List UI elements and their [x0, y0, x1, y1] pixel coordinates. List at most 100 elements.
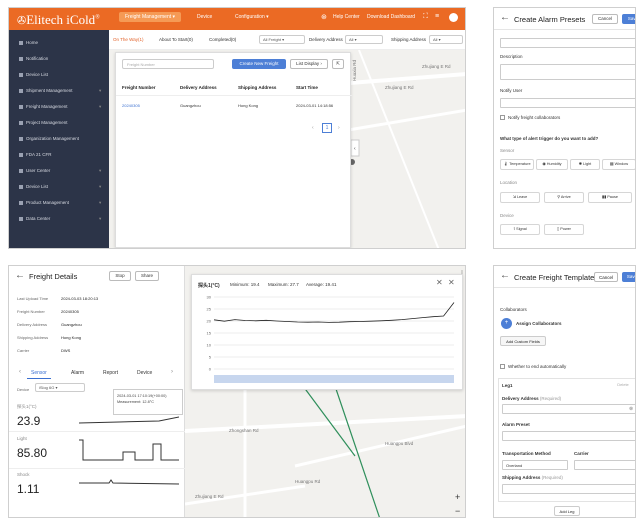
divider	[9, 431, 185, 432]
shipping-address-field[interactable]	[502, 484, 635, 494]
nav-device[interactable]: Device	[197, 14, 212, 20]
user-add-icon[interactable]: +	[501, 318, 512, 329]
create-freight-button[interactable]: Create New Freight	[232, 59, 286, 69]
metric-temp-label: 探头1(°C)	[17, 404, 37, 409]
carrier-field[interactable]	[574, 460, 635, 470]
header: ← Create Alarm Presets Cancel Save	[494, 8, 635, 30]
notify-user-select[interactable]	[500, 98, 635, 108]
avatar[interactable]	[449, 13, 458, 22]
sidebar-item-product[interactable]: Product Management ▾	[19, 200, 101, 205]
page-title: Create Freight Template	[514, 273, 595, 282]
assign-collaborators[interactable]: Assign Collaborators	[516, 321, 562, 326]
location-option-arrive[interactable]: ⚲ Arrive	[544, 192, 584, 203]
freight-filter-select[interactable]: All Freight ▾	[259, 35, 305, 44]
cancel-button[interactable]: Cancel	[594, 272, 618, 282]
device-select[interactable]: iSlog 6G ▾	[35, 383, 85, 392]
nav-help-center[interactable]: Help Center	[333, 14, 360, 20]
sidebar-item-project[interactable]: Project Management	[19, 120, 68, 125]
save-button[interactable]: Save	[622, 272, 635, 282]
prev-tab-icon[interactable]: ‹	[19, 369, 21, 375]
next-page-icon[interactable]: ›	[338, 125, 340, 131]
back-arrow-icon[interactable]: ←	[500, 12, 510, 23]
zoom-out-icon[interactable]: −	[455, 506, 460, 516]
freight-search-input[interactable]: Freight Number	[122, 59, 214, 69]
back-arrow-icon[interactable]: ←	[15, 270, 25, 281]
fullscreen-icon[interactable]: ⛶	[423, 13, 428, 21]
location-option-leave[interactable]: ⇲ Leave	[500, 192, 540, 203]
sidebar-item-data-center[interactable]: Data Center ▾	[19, 216, 101, 221]
tab-sensor[interactable]: Sensor	[31, 370, 47, 376]
save-button[interactable]: Save	[622, 14, 635, 24]
sidebar-item-home[interactable]: Home	[19, 40, 38, 45]
sidebar-item-notification[interactable]: Notification	[19, 56, 48, 61]
window-icon: ▦	[609, 162, 614, 166]
add-leg-button[interactable]: Add Leg	[554, 506, 580, 516]
prev-page-icon[interactable]: ‹	[312, 125, 314, 131]
stop-button[interactable]: Stop	[109, 271, 131, 281]
sensor-option-humidity[interactable]: ◉ Humidity	[536, 159, 568, 170]
signal-icon: ⌇	[513, 227, 516, 231]
delete-leg-button[interactable]: Delete	[612, 380, 634, 390]
transport-method-select[interactable]: Overland	[502, 460, 568, 470]
notify-collaborators-checkbox[interactable]: Notify freight collaborators	[500, 115, 560, 121]
carrier-label: Carrier	[574, 451, 589, 456]
delivery-cell: Guangzhou	[180, 103, 201, 108]
name-field[interactable]	[500, 38, 635, 48]
next-tab-icon[interactable]: ›	[171, 369, 173, 375]
back-arrow-icon[interactable]: ←	[500, 270, 510, 281]
nav-download-dashboard[interactable]: Download Dashboard	[367, 14, 415, 20]
page-number[interactable]: 1	[322, 123, 332, 133]
device-option-power[interactable]: ▯ Power	[544, 224, 584, 235]
description-field[interactable]	[500, 64, 635, 80]
sidebar-item-shipment[interactable]: Shipment Management ▾	[19, 88, 101, 93]
detail-delivery: Delivery Address Guangzhou	[17, 322, 82, 327]
shipping-filter-label: Shipping Address	[391, 37, 427, 42]
help-icon[interactable]: ⊛	[321, 13, 327, 21]
shipping-filter-select[interactable]: All ▾	[429, 35, 463, 44]
tab-about-to-start[interactable]: About To Start(0)	[159, 37, 193, 42]
sidebar-item-device-list[interactable]: Device List	[19, 72, 48, 77]
sidebar-item-device-list-2[interactable]: Device List ▾	[19, 184, 101, 189]
col-freight-number: Freight Number	[122, 85, 156, 90]
sensor-option-light[interactable]: ✺ Light	[570, 159, 600, 170]
expand-icon[interactable]: ⇱	[332, 59, 344, 69]
alarm-preset-select[interactable]	[502, 431, 635, 441]
share-button[interactable]: Share	[135, 271, 159, 281]
cancel-button[interactable]: Cancel	[592, 14, 618, 24]
location-option-pause[interactable]: ▮▮ Pause	[588, 192, 632, 203]
tab-alarm[interactable]: Alarm	[71, 370, 84, 376]
list-display-button[interactable]: List Display ›	[290, 59, 328, 69]
sidebar-item-freight[interactable]: Freight Management ▾	[19, 104, 101, 109]
alarm-preset-label: Alarm Preset	[502, 422, 530, 427]
leg-title: Leg1	[502, 383, 513, 388]
freight-management-panel: ✇Elitech iCold® Freight Management ▾ Dev…	[8, 7, 466, 249]
sensor-option-temperature[interactable]: 🌡 Temperature	[500, 159, 534, 170]
sidebar-item-user-center[interactable]: User Center ▾	[19, 168, 101, 173]
sensor-option-window[interactable]: ▦ Window	[602, 159, 635, 170]
tab-completed[interactable]: Completed(0)	[209, 37, 236, 42]
freight-number-link[interactable]: 20240305	[122, 103, 140, 108]
device-option-signal[interactable]: ⌇ Signal	[500, 224, 540, 235]
nav-freight-management[interactable]: Freight Management ▾	[119, 12, 182, 22]
col-delivery-address: Delivery Address	[180, 85, 217, 90]
org-icon	[19, 136, 23, 141]
tab-device[interactable]: Device	[137, 370, 152, 376]
zoom-in-icon[interactable]: +	[455, 492, 460, 502]
tab-on-the-way[interactable]: On The Way(1)	[113, 37, 144, 42]
y-tick-label: 5	[209, 355, 212, 360]
add-custom-fields-button[interactable]: Add Custom Fields	[500, 336, 546, 346]
sidebar-item-fda[interactable]: FDA 21 CFR	[19, 152, 52, 157]
trigger-question: What type of alert trigger do you want t…	[500, 136, 599, 141]
auto-end-checkbox[interactable]: Whether to end automatically	[500, 364, 566, 370]
tab-report[interactable]: Report	[103, 370, 118, 376]
menu-icon[interactable]: ≡	[435, 13, 439, 20]
folder-icon	[19, 120, 23, 125]
sidebar: Home Notification Device List Shipment M…	[9, 30, 109, 248]
nav-configuration[interactable]: Configuration ▾	[235, 14, 269, 20]
series-line	[213, 302, 455, 323]
delivery-filter-select[interactable]: All ▾	[345, 35, 383, 44]
top-bar: ✇Elitech iCold® Freight Management ▾ Dev…	[9, 8, 465, 30]
delivery-address-field[interactable]	[502, 404, 635, 414]
clear-icon[interactable]: ⊗	[629, 406, 633, 412]
sidebar-item-organization[interactable]: Organization Management	[19, 136, 79, 141]
